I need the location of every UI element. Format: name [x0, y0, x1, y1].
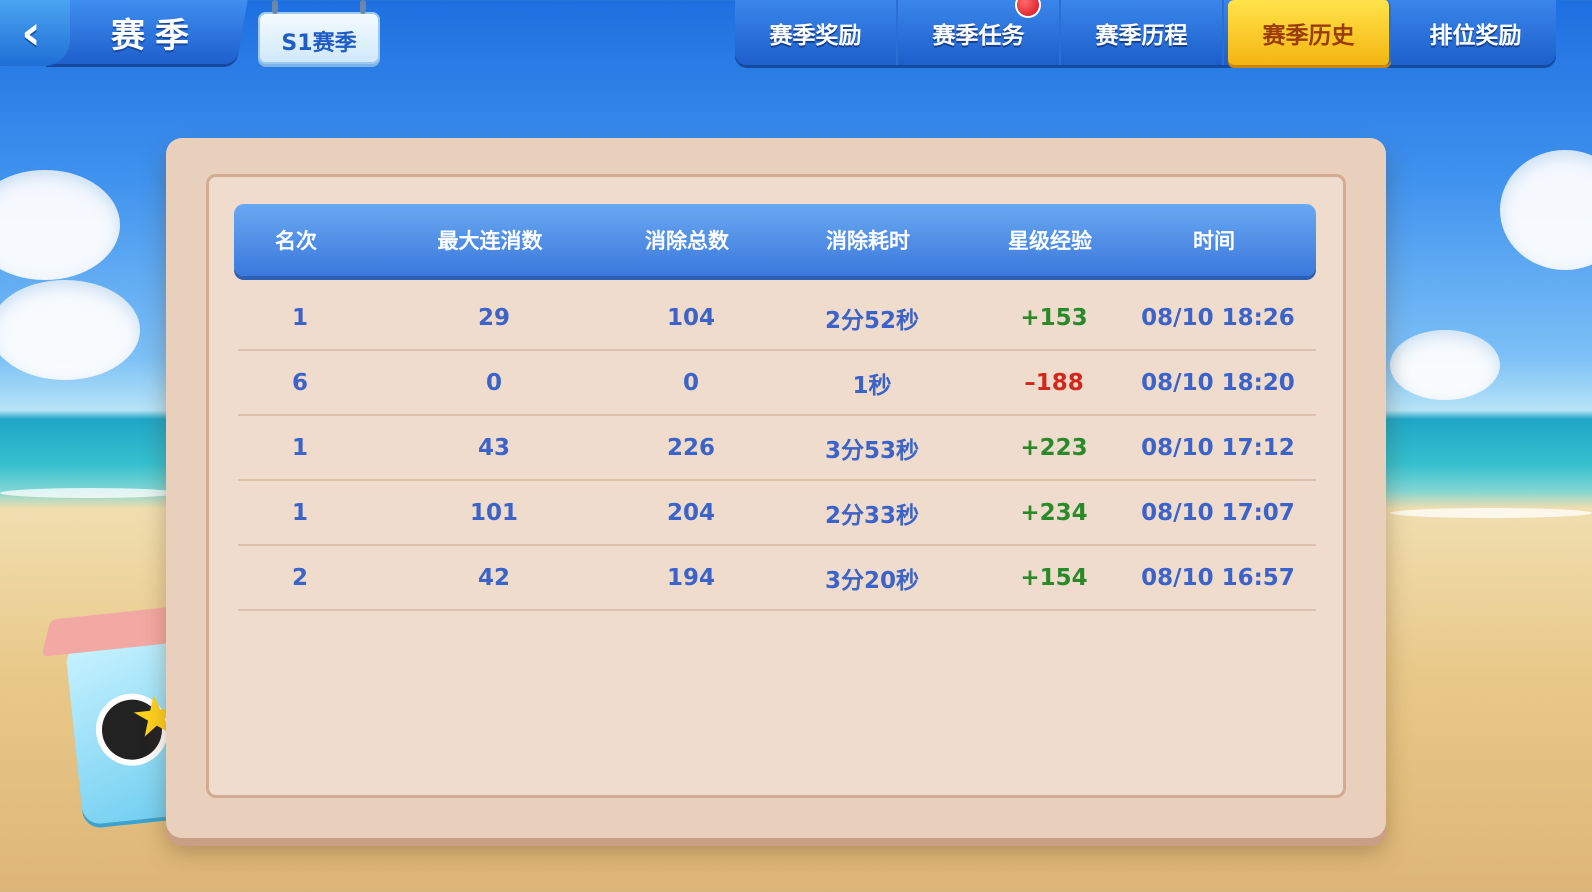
notification-dot-icon	[1017, 0, 1039, 16]
cell-star-exp: +153	[1020, 304, 1088, 331]
cell-star-exp: +154	[1020, 564, 1088, 591]
tab-season-rewards[interactable]: 赛季奖励	[735, 0, 898, 65]
tab-label: 赛季历程	[1095, 22, 1188, 49]
column-header-total-cleared: 消除总数	[645, 229, 729, 253]
cell-rank: 1	[291, 499, 308, 526]
cloud-left	[0, 170, 120, 280]
season-tag-label: S1赛季	[281, 31, 357, 56]
mascot-roof	[41, 606, 180, 657]
column-header-rank: 名次	[275, 229, 317, 253]
table-header: 名次 最大连消数 消除总数 消除耗时 星级经验 时间	[234, 204, 1316, 276]
tab-label: 排位奖励	[1429, 22, 1522, 49]
tab-season-tasks[interactable]: 赛季任务	[898, 0, 1061, 65]
cell-duration: 2分33秒	[824, 502, 919, 529]
page-title: 赛季	[111, 15, 199, 56]
cell-max-combo: 43	[477, 434, 510, 461]
tab-label: 赛季任务	[932, 22, 1025, 49]
history-scroll-panel: 名次 最大连消数 消除总数 消除耗时 星级经验 时间 1 29 104 2分52…	[166, 138, 1386, 838]
season-selector[interactable]: S1赛季	[258, 0, 380, 64]
cell-star-exp: +223	[1020, 434, 1088, 461]
cell-time: 08/10 17:07	[1141, 499, 1295, 526]
tag-hook-right	[360, 0, 366, 14]
cell-total-cleared: 0	[682, 369, 699, 396]
cell-total-cleared: 104	[666, 304, 715, 331]
cell-duration: 3分53秒	[824, 437, 919, 464]
tab-label: 赛季奖励	[769, 22, 862, 49]
cell-rank: 1	[291, 304, 308, 331]
cell-max-combo: 42	[477, 564, 510, 591]
cloud-right-low	[1390, 330, 1500, 400]
tab-season-history[interactable]: 赛季历史	[1228, 0, 1391, 65]
cell-max-combo: 101	[469, 499, 518, 526]
cell-rank: 6	[291, 369, 308, 396]
cell-total-cleared: 194	[666, 564, 715, 591]
chevron-left-icon: ‹	[21, 5, 41, 61]
cell-duration: 3分20秒	[824, 567, 919, 594]
cell-total-cleared: 226	[666, 434, 715, 461]
cell-duration: 1秒	[852, 372, 892, 399]
table-row: 1 43 226 3分53秒 +223 08/10 17:12	[238, 416, 1316, 481]
tab-ranking-rewards[interactable]: 排位奖励	[1395, 0, 1556, 65]
cloud-left-low	[0, 280, 140, 380]
table-row: 1 101 204 2分33秒 +234 08/10 17:07	[238, 481, 1316, 546]
column-header-max-combo: 最大连消数	[437, 229, 543, 253]
column-header-star-exp: 星级经验	[1008, 229, 1092, 253]
cell-time: 08/10 17:12	[1141, 434, 1295, 461]
back-button[interactable]: ‹	[0, 0, 70, 66]
cell-time: 08/10 18:26	[1141, 304, 1295, 331]
cloud-right	[1500, 150, 1592, 270]
cell-rank: 1	[291, 434, 308, 461]
cell-duration: 2分52秒	[824, 307, 919, 334]
cell-total-cleared: 204	[666, 499, 715, 526]
cell-star-exp: –188	[1024, 369, 1084, 396]
column-header-time: 时间	[1193, 229, 1235, 253]
cell-max-combo: 29	[477, 304, 510, 331]
table-row: 1 29 104 2分52秒 +153 08/10 18:26	[238, 286, 1316, 351]
tab-label: 赛季历史	[1262, 22, 1355, 49]
wave-right	[1390, 508, 1592, 518]
history-rows: 1 29 104 2分52秒 +153 08/10 18:26 6 0 0 1秒…	[238, 286, 1316, 611]
cell-max-combo: 0	[485, 369, 502, 396]
table-row: 2 42 194 3分20秒 +154 08/10 16:57	[238, 546, 1316, 611]
table-row: 6 0 0 1秒 –188 08/10 18:20	[238, 351, 1316, 416]
cell-time: 08/10 16:57	[1141, 564, 1295, 591]
tag-hook-left	[272, 0, 278, 14]
cell-time: 08/10 18:20	[1141, 369, 1295, 396]
wave-left	[0, 488, 180, 498]
cell-star-exp: +234	[1020, 499, 1088, 526]
tab-bar: 赛季奖励 赛季任务 赛季历程 赛季历史 排位奖励	[735, 0, 1556, 65]
cell-rank: 2	[291, 564, 308, 591]
column-header-duration: 消除耗时	[826, 229, 910, 253]
tab-season-progress[interactable]: 赛季历程	[1061, 0, 1224, 65]
